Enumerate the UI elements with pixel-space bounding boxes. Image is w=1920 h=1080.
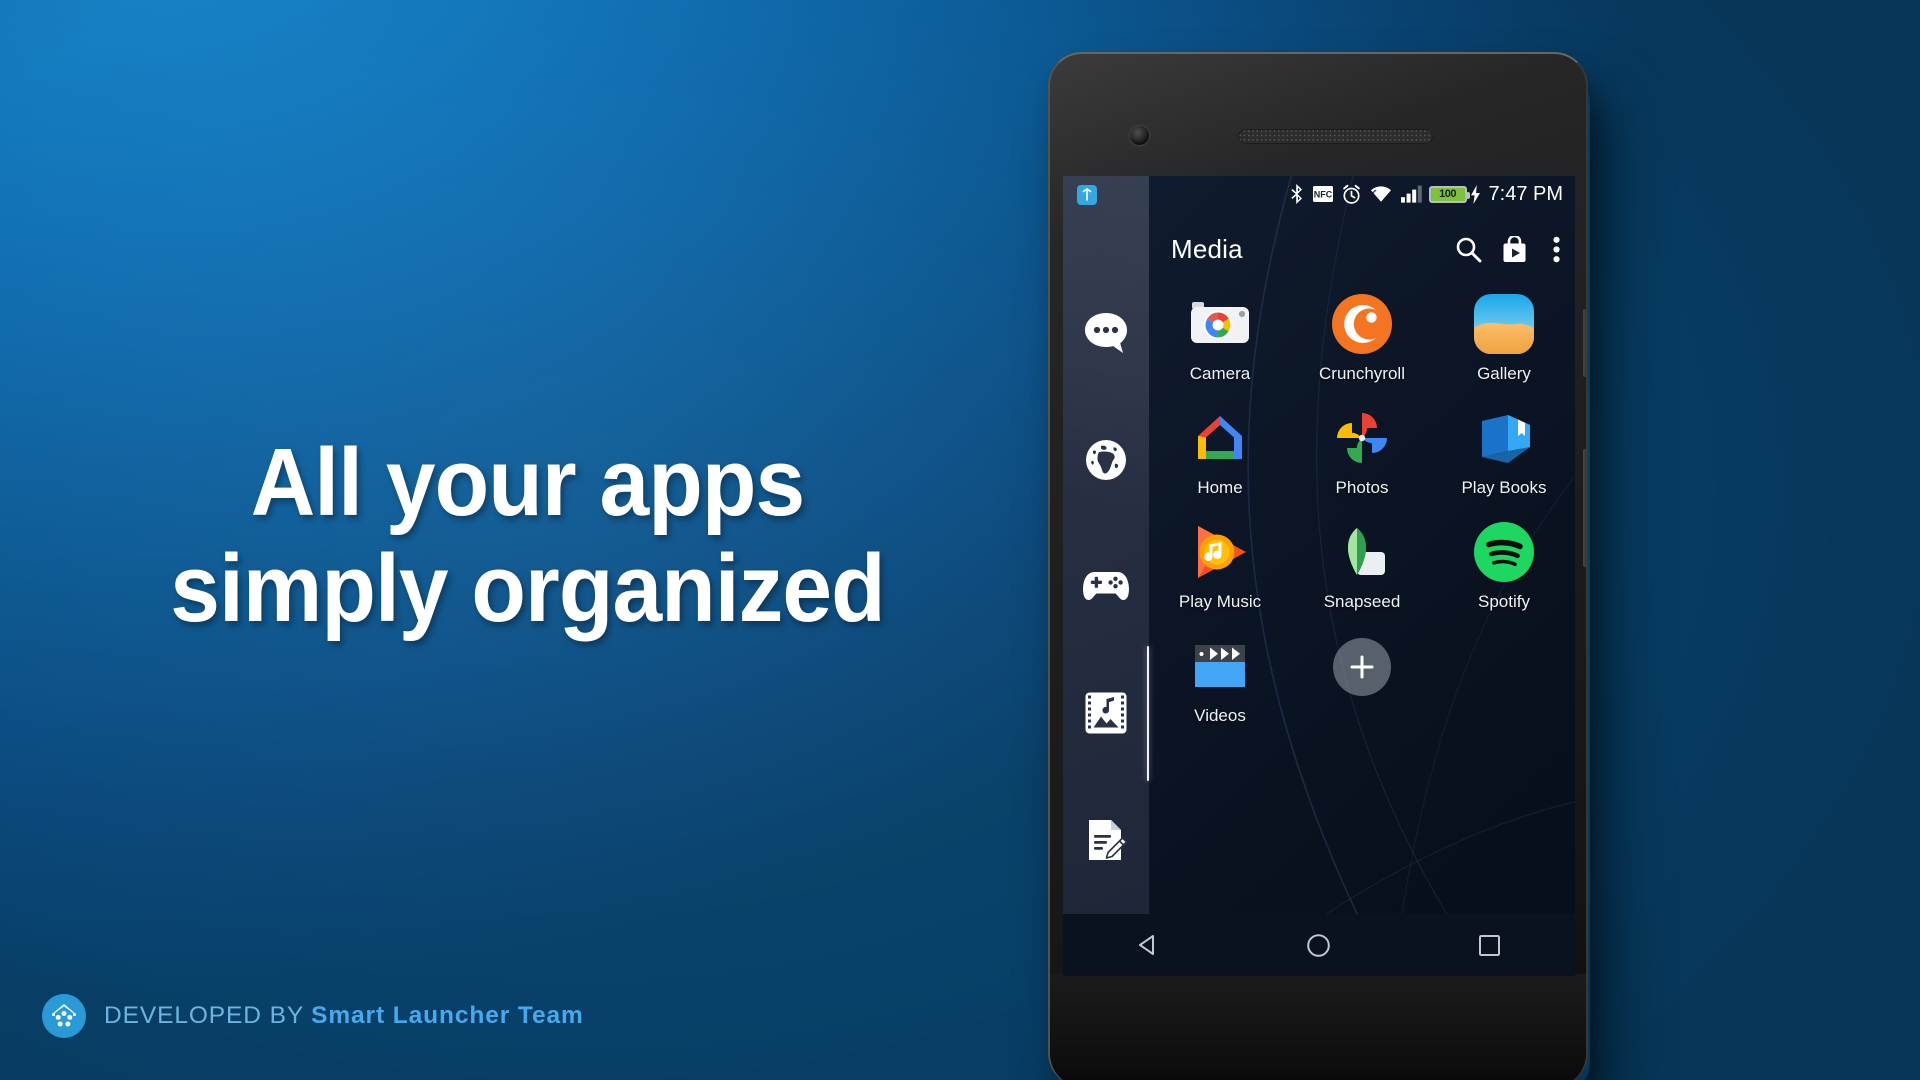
app-label: Crunchyroll — [1319, 364, 1405, 383]
sidebar-item-media[interactable] — [1063, 681, 1149, 745]
app-label: Photos — [1335, 478, 1389, 497]
battery-icon: 100 — [1428, 185, 1470, 203]
panel-title: Media — [1171, 233, 1243, 264]
headline-line-2: simply organized — [170, 535, 885, 642]
app-label: Home — [1197, 478, 1243, 497]
snapseed-icon — [1347, 528, 1385, 575]
app-label: Snapseed — [1323, 592, 1401, 611]
nav-back-button[interactable] — [1118, 922, 1178, 968]
add-app-button[interactable] — [1333, 638, 1391, 696]
app-label: Play Music — [1178, 592, 1262, 611]
nav-home-button[interactable] — [1289, 922, 1349, 968]
app-item-videos[interactable]: Videos — [1149, 628, 1291, 742]
app-item-play-music[interactable]: Play Music — [1149, 514, 1291, 628]
badge-glyph-icon — [1082, 188, 1092, 201]
footer-text: DEVELOPED BY Smart Launcher Team — [104, 1002, 584, 1030]
app-item-snapseed[interactable]: Snapseed — [1291, 514, 1433, 628]
play-books-icon — [1482, 415, 1530, 463]
alarm-icon — [1342, 184, 1360, 204]
status-bar-clock: 7:47 PM — [1488, 182, 1563, 205]
power-button[interactable] — [1583, 309, 1586, 377]
panel-header: Media — [1149, 212, 1575, 286]
footer-brand: Smart Launcher Team — [311, 1002, 584, 1029]
category-sidebar — [1063, 176, 1149, 976]
search-icon — [1456, 237, 1481, 262]
overflow-menu-button[interactable] — [1537, 226, 1575, 272]
app-label: Camera — [1189, 364, 1251, 383]
crunchyroll-icon — [1332, 294, 1392, 354]
sidebar-item-documents[interactable] — [1063, 808, 1149, 872]
gallery-icon — [1474, 294, 1534, 354]
app-item-spotify[interactable]: Spotify — [1433, 514, 1575, 628]
earpiece-speaker-icon — [1238, 129, 1433, 144]
nfc-icon: NFC — [1312, 186, 1333, 202]
plus-icon — [1350, 655, 1374, 679]
android-navigation-bar — [1063, 914, 1575, 976]
chat-bubble-icon — [1085, 313, 1127, 353]
app-item-home[interactable]: Home — [1149, 400, 1291, 514]
app-grid: Camera Crunchyroll Gallery Home Photos P… — [1149, 286, 1575, 742]
sidebar-selection-indicator — [1146, 646, 1149, 781]
spotify-icon — [1474, 522, 1534, 582]
sidebar-item-communication[interactable] — [1063, 301, 1149, 365]
page-title: All your apps simply organized — [37, 435, 1018, 637]
sidebar-item-games[interactable] — [1063, 554, 1149, 618]
back-triangle-icon — [1139, 935, 1155, 955]
google-photos-icon — [1337, 413, 1387, 463]
app-item-gallery[interactable]: Gallery — [1433, 286, 1575, 400]
svg-text:NFC: NFC — [1313, 190, 1332, 200]
cellular-signal-icon — [1400, 185, 1422, 203]
wifi-icon — [1370, 186, 1391, 202]
videos-clapperboard-icon — [1195, 645, 1245, 687]
app-label: Spotify — [1478, 592, 1530, 611]
search-button[interactable] — [1445, 226, 1491, 272]
battery-level-label: 100 — [1439, 188, 1456, 200]
battery-status: 100 — [1428, 184, 1481, 204]
google-camera-icon — [1191, 302, 1249, 343]
app-item-photos[interactable]: Photos — [1291, 400, 1433, 514]
app-label: Gallery — [1477, 364, 1531, 383]
three-dots-vertical-icon — [1552, 236, 1560, 262]
app-item-play-books[interactable]: Play Books — [1433, 400, 1575, 514]
document-pencil-icon — [1089, 820, 1127, 860]
footer-credit: DEVELOPED BY Smart Launcher Team — [42, 994, 584, 1038]
app-label: Play Books — [1461, 478, 1547, 497]
app-item-camera[interactable]: Camera — [1149, 286, 1291, 400]
home-circle-icon — [1307, 933, 1331, 957]
front-camera-icon — [1130, 126, 1149, 145]
charging-bolt-icon — [1470, 184, 1480, 204]
footer-prefix: DEVELOPED BY — [104, 1002, 305, 1029]
play-music-icon — [1198, 526, 1246, 578]
recents-square-icon — [1479, 934, 1501, 956]
add-app-cell[interactable] — [1291, 628, 1433, 742]
gamepad-icon — [1083, 572, 1129, 600]
phone-body: NFC 100 7:47 PM Media Camera Crunchyroll… — [1048, 52, 1588, 1080]
headline-line-1: All your apps — [250, 429, 805, 536]
app-label: Videos — [1194, 706, 1246, 725]
nav-recents-button[interactable] — [1460, 922, 1520, 968]
phone-screen: NFC 100 7:47 PM Media Camera Crunchyroll… — [1063, 176, 1575, 976]
phone-mockup: NFC 100 7:47 PM Media Camera Crunchyroll… — [1048, 52, 1588, 1080]
play-store-button[interactable] — [1491, 226, 1537, 272]
phone-bottom-bezel — [1050, 974, 1586, 1080]
google-home-icon — [1198, 416, 1242, 459]
sidebar-item-internet[interactable] — [1063, 428, 1149, 492]
bluetooth-icon — [1290, 184, 1302, 204]
globe-icon — [1086, 440, 1126, 480]
app-drawer-panel: Media Camera Crunchyroll Gallery Home Ph… — [1149, 212, 1575, 976]
notification-badge-icon — [1077, 185, 1097, 205]
app-item-crunchyroll[interactable]: Crunchyroll — [1291, 286, 1433, 400]
media-filmstrip-icon — [1085, 692, 1127, 734]
smart-launcher-logo-icon — [42, 994, 86, 1038]
volume-rocker-button[interactable] — [1583, 449, 1586, 567]
play-store-bag-icon — [1503, 235, 1525, 262]
